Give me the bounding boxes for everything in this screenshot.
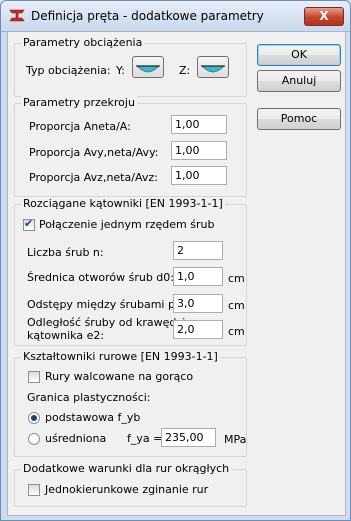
edge-label-line1: Odległość śruby od krawędzi	[27, 316, 186, 329]
spacing-unit: cm	[228, 299, 245, 312]
basic-label[interactable]: podstawowa f_yb	[45, 411, 140, 424]
avy-input[interactable]	[171, 141, 227, 160]
load-params-group: Parametry obciążenia Typ obciążenia: Y: …	[14, 36, 247, 97]
hollow-sections-title: Kształtowniki rurowe [EN 1993-1-1]	[21, 350, 220, 363]
avz-label: Proporcja Avz,neta/Avz:	[29, 171, 158, 184]
spacing-input[interactable]	[173, 294, 223, 313]
load-y-button[interactable]	[132, 56, 164, 78]
hot-rolled-label[interactable]: Rury walcowane na gorąco	[45, 370, 193, 383]
dialog-window: Definicja pręta - dodatkowe parametry X …	[0, 0, 351, 521]
bolts-input[interactable]	[173, 241, 223, 260]
basic-radio[interactable]	[28, 412, 40, 424]
section-params-title: Parametry przekroju	[21, 96, 137, 109]
round-tubes-title: Dodatkowe warunki dla rur okrągłych	[21, 462, 232, 475]
load-z-label: Z:	[179, 64, 191, 77]
fya-label: f_ya =	[127, 432, 163, 445]
fya-unit: MPa	[224, 433, 247, 446]
title-bar[interactable]: Definicja pręta - dodatkowe parametry X	[1, 1, 350, 32]
average-label[interactable]: uśredniona	[45, 432, 106, 445]
fya-input[interactable]	[161, 428, 216, 447]
load-y-label: Y:	[116, 64, 125, 77]
aneta-label: Proporcja Aneta/A:	[29, 120, 131, 133]
load-params-title: Parametry obciążenia	[21, 36, 145, 49]
section-params-group: Parametry przekroju Proporcja Aneta/A: P…	[14, 96, 247, 197]
distributed-load-icon	[201, 65, 225, 73]
average-radio[interactable]	[28, 433, 40, 445]
edge-unit: cm	[228, 325, 245, 338]
spacing-label: Odstępy między śrubami p1:	[27, 298, 186, 311]
bolts-label: Liczba śrub n:	[27, 246, 104, 259]
hole-label: Średnica otworów śrub d0:	[27, 271, 174, 284]
close-button[interactable]: X	[304, 7, 344, 26]
hole-input[interactable]	[173, 267, 223, 286]
cancel-button[interactable]: Anuluj	[257, 70, 341, 92]
hot-rolled-checkbox[interactable]	[28, 371, 40, 383]
avy-label: Proporcja Avy,neta/Avy:	[29, 146, 159, 159]
edge-input[interactable]	[173, 320, 223, 339]
hole-unit: cm	[228, 272, 245, 285]
single-row-label[interactable]: Połączenie jednym rzędem śrub	[39, 218, 214, 231]
yield-label: Granica plastyczności:	[27, 391, 151, 404]
dialog-body: Parametry obciążenia Typ obciążenia: Y: …	[7, 31, 346, 516]
window-title: Definicja pręta - dodatkowe parametry	[31, 9, 264, 23]
ok-button[interactable]: OK	[257, 44, 341, 66]
beam-app-icon	[9, 9, 25, 22]
tension-angles-title: Rozciągane kątowniki [EN 1993-1-1]	[21, 197, 225, 210]
load-type-label: Typ obciążenia:	[26, 64, 111, 77]
distributed-load-icon	[136, 65, 160, 73]
edge-label-line2: kątownika e2:	[27, 329, 105, 342]
uniaxial-label[interactable]: Jednokierunkowe zginanie rur	[45, 483, 208, 496]
tension-angles-group: Rozciągane kątowniki [EN 1993-1-1] Połąc…	[14, 197, 247, 346]
help-button[interactable]: Pomoc	[257, 108, 341, 130]
single-row-checkbox[interactable]	[23, 217, 35, 231]
avz-input[interactable]	[171, 166, 227, 185]
round-tubes-group: Dodatkowe warunki dla rur okrągłych Jedn…	[14, 462, 247, 507]
aneta-input[interactable]	[171, 115, 227, 134]
uniaxial-checkbox[interactable]	[28, 484, 40, 496]
load-z-button[interactable]	[197, 56, 229, 78]
hollow-sections-group: Kształtowniki rurowe [EN 1993-1-1] Rury …	[14, 350, 247, 457]
